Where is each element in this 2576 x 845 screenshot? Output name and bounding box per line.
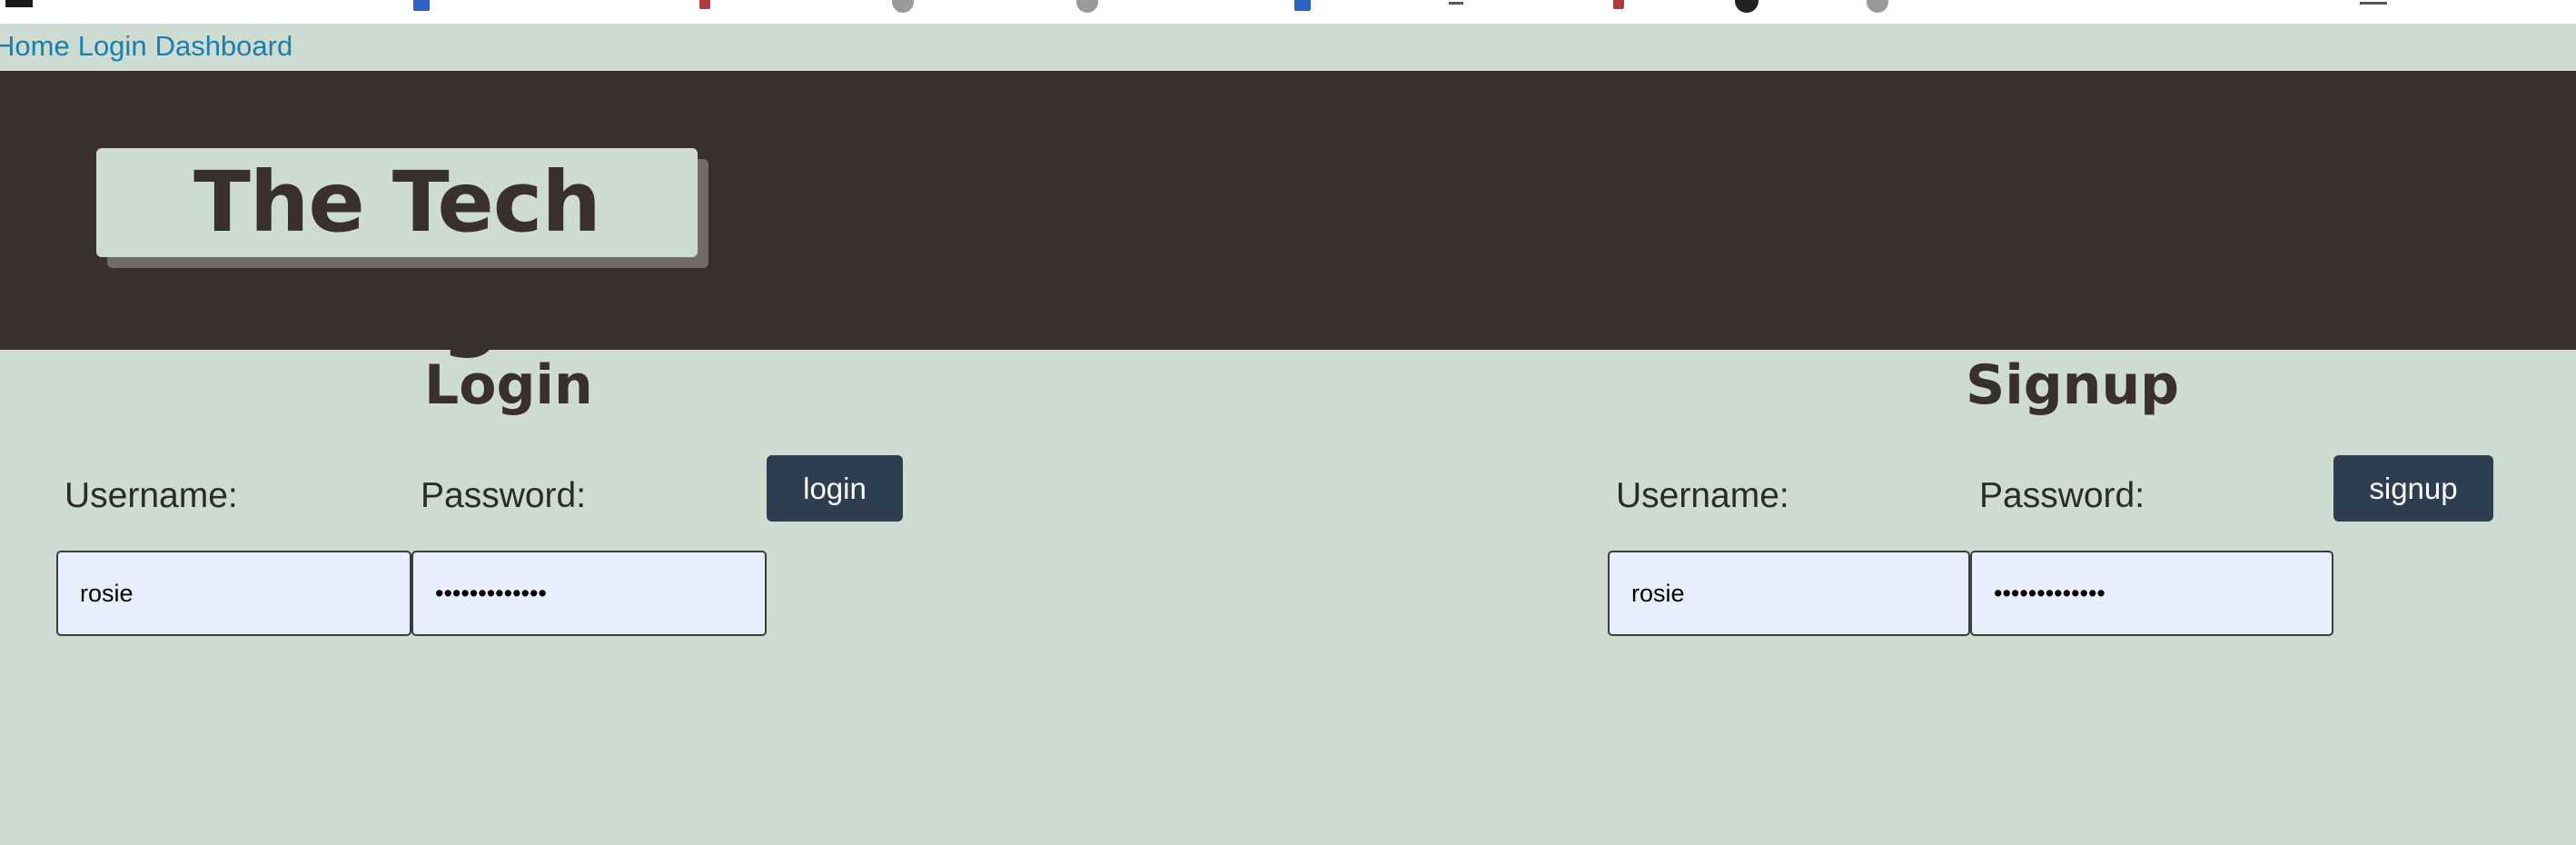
bookmark-icon[interactable] [1076,0,1098,13]
bookmark-icon[interactable] [2360,2,2387,5]
browser-bookmarks-bar [0,0,2576,25]
signup-password-input[interactable] [1970,551,2333,636]
bookmark-icon[interactable] [1449,2,1463,5]
site-header: The Tech Blog [0,71,2576,360]
nav-link-login[interactable]: Login [78,30,147,62]
signup-title: Signup [1966,353,2180,417]
login-button[interactable]: login [767,455,903,522]
signup-password-label: Password: [1979,476,2145,515]
bookmark-icon[interactable] [5,0,33,7]
nav-link-home[interactable]: Home [0,30,70,62]
login-username-input[interactable] [56,551,411,636]
bookmark-icon[interactable] [1294,0,1311,11]
signup-username-input[interactable] [1608,551,1970,636]
bookmark-icon[interactable] [1867,0,1888,13]
top-nav: Home Login Dashboard [0,30,301,66]
login-password-input[interactable] [411,551,767,636]
login-username-label: Username: [64,476,238,515]
bookmark-icon[interactable] [1613,0,1624,9]
nav-link-dashboard[interactable]: Dashboard [155,30,293,62]
signup-username-label: Username: [1616,476,1789,515]
site-brand: The Tech Blog [96,148,708,360]
bookmark-icon[interactable] [892,0,914,13]
bookmark-icon[interactable] [1735,0,1759,13]
signup-button[interactable]: signup [2333,455,2493,522]
login-password-label: Password: [421,476,587,515]
site-title: The Tech Blog [96,148,698,360]
bookmark-icon[interactable] [413,0,430,11]
bookmark-icon[interactable] [699,0,710,9]
login-title: Login [424,353,593,417]
